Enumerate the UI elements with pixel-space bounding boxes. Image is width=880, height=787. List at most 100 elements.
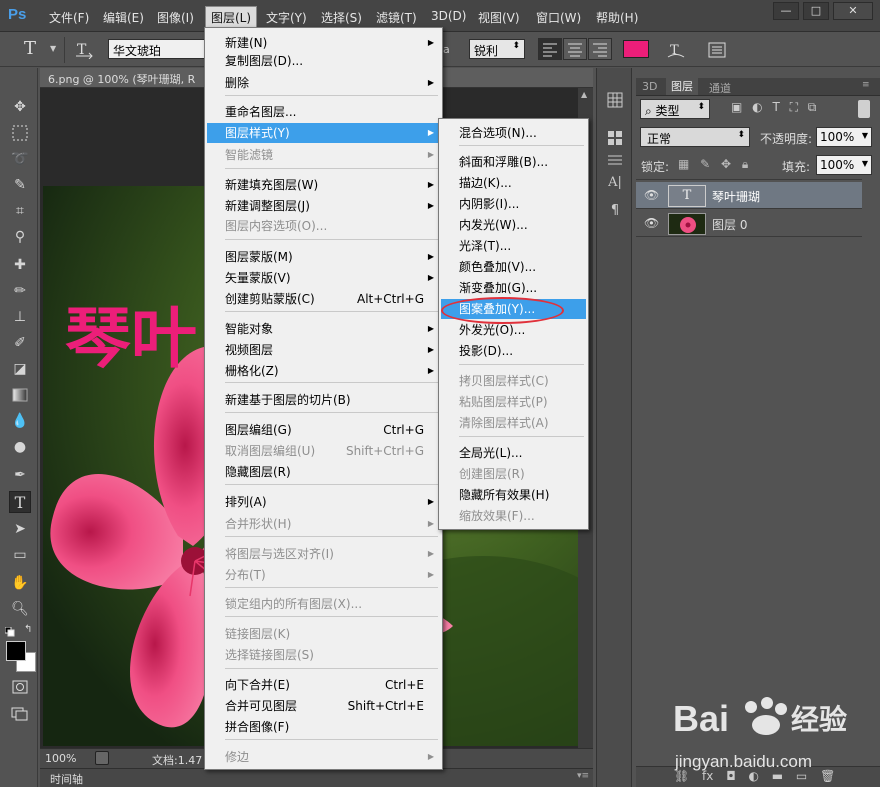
layer-menu-item[interactable]: 向下合并(E) Ctrl+E: [207, 675, 440, 695]
menu-select[interactable]: 选择(S): [321, 9, 362, 26]
panel-menu-icon[interactable]: ▾≡: [577, 771, 589, 781]
blend-mode-select[interactable]: 正常 ⬍: [640, 127, 750, 147]
quick-select-tool-icon[interactable]: ✎: [9, 174, 31, 196]
text-color-swatch[interactable]: [623, 40, 649, 58]
eyedropper-tool-icon[interactable]: ⚲: [9, 226, 31, 248]
align-center-button[interactable]: [563, 38, 587, 60]
tab-3d[interactable]: 3D: [642, 80, 657, 93]
filter-kind-select[interactable]: ⌕ 类型 ⬍: [640, 99, 710, 119]
foreground-color-swatch[interactable]: [6, 641, 26, 661]
layer-menu-item[interactable]: 图层样式(Y) ▶: [207, 123, 440, 143]
screen-mode-icon[interactable]: [9, 702, 31, 724]
zoom-level[interactable]: 100%: [45, 752, 76, 765]
style-menu-item[interactable]: 内阴影(I)...: [441, 194, 586, 214]
style-menu-item[interactable]: 颜色叠加(V)...: [441, 257, 586, 277]
character-panel-icon[interactable]: A|: [604, 172, 626, 194]
quick-mask-icon[interactable]: [9, 676, 31, 698]
style-menu-item[interactable]: 描边(K)...: [441, 173, 586, 193]
menu-edit[interactable]: 编辑(E): [103, 9, 144, 26]
paragraph-panel-icon[interactable]: ¶: [604, 200, 626, 222]
panel-menu-icon[interactable]: ≡: [862, 80, 870, 90]
layer-menu-item[interactable]: 重命名图层...: [207, 102, 440, 122]
lock-icons[interactable]: ▦ ✎ ✥ 🔒︎: [678, 157, 748, 172]
warp-text-icon[interactable]: T: [665, 39, 687, 61]
layer-menu-item[interactable]: 新建调整图层(J) ▶: [207, 196, 440, 216]
history-brush-tool-icon[interactable]: ✐: [9, 332, 31, 354]
tab-layers[interactable]: 图层: [666, 77, 698, 95]
layer-menu-item[interactable]: 视频图层 ▶: [207, 340, 440, 360]
eraser-tool-icon[interactable]: ◪: [9, 358, 31, 380]
healing-brush-tool-icon[interactable]: ✚: [9, 254, 31, 276]
scroll-up-icon[interactable]: ▲: [581, 90, 587, 99]
style-menu-item[interactable]: 内发光(W)...: [441, 215, 586, 235]
menu-type[interactable]: 文字(Y): [266, 9, 307, 26]
layer-menu-item[interactable]: 排列(A) ▶: [207, 492, 440, 512]
swatches-panel-icon[interactable]: [604, 128, 626, 150]
font-family-field[interactable]: 华文琥珀: [108, 39, 205, 59]
layer-menu-item[interactable]: 新建填充图层(W) ▶: [207, 175, 440, 195]
align-left-button[interactable]: [538, 38, 562, 60]
style-menu-item[interactable]: 光泽(T)...: [441, 236, 586, 256]
menu-window[interactable]: 窗口(W): [536, 9, 581, 26]
style-menu-item[interactable]: 全局光(L)...: [441, 443, 586, 463]
menu-view[interactable]: 视图(V): [478, 9, 520, 26]
layer-menu-item[interactable]: 复制图层(D)...: [207, 51, 440, 71]
menu-image[interactable]: 图像(I): [157, 9, 194, 26]
style-menu-item[interactable]: 混合选项(N)...: [441, 123, 586, 143]
menu-file[interactable]: 文件(F): [49, 9, 89, 26]
dodge-tool-icon[interactable]: ●: [9, 436, 31, 458]
type-tool-preset[interactable]: T: [24, 38, 36, 59]
layer-row-image[interactable]: 👁︎ 图层 0: [636, 210, 862, 237]
move-tool-icon[interactable]: ✥: [9, 96, 31, 118]
marquee-tool-icon[interactable]: [9, 122, 31, 144]
style-menu-item[interactable]: 渐变叠加(G)...: [441, 278, 586, 298]
timeline-panel-tab[interactable]: 时间轴 ▾≡: [40, 768, 593, 787]
maximize-button[interactable]: □: [803, 2, 829, 20]
layer-menu-item[interactable]: 智能对象 ▶: [207, 319, 440, 339]
close-button[interactable]: ✕: [833, 2, 873, 20]
crop-tool-icon[interactable]: ⌗: [9, 200, 31, 222]
clone-stamp-tool-icon[interactable]: ⊥: [9, 306, 31, 328]
status-info-icon[interactable]: [95, 751, 109, 765]
toggle-orientation-icon[interactable]: T: [74, 39, 94, 60]
menu-3d[interactable]: 3D(D): [431, 9, 466, 23]
layer-menu-item[interactable]: 创建剪贴蒙版(C) Alt+Ctrl+G: [207, 289, 440, 309]
layer-menu-item[interactable]: 矢量蒙版(V) ▶: [207, 268, 440, 288]
layer-menu-item[interactable]: 删除 ▶: [207, 73, 440, 93]
eye-icon[interactable]: 👁︎: [644, 188, 659, 202]
layer-menu-item[interactable]: 合并可见图层 Shift+Ctrl+E: [207, 696, 440, 716]
character-panel-icon[interactable]: [706, 39, 728, 61]
layer-menu-item[interactable]: 新建基于图层的切片(B): [207, 390, 440, 410]
layer-menu-item[interactable]: 新建(N) ▶: [207, 33, 440, 53]
layer-menu-item[interactable]: 图层编组(G) Ctrl+G: [207, 420, 440, 440]
shape-tool-icon[interactable]: ▭: [9, 544, 31, 566]
align-right-button[interactable]: [588, 38, 612, 60]
preset-dropdown-icon[interactable]: ▼: [50, 44, 56, 53]
default-colors-icon[interactable]: [4, 626, 15, 637]
layer-row-text[interactable]: 👁︎ T 琴叶珊瑚: [636, 182, 862, 209]
minimize-button[interactable]: —: [773, 2, 799, 20]
antialias-select[interactable]: 锐利 ⬍: [469, 39, 525, 59]
filter-toggle-switch[interactable]: [858, 100, 870, 118]
eye-icon[interactable]: 👁︎: [644, 216, 659, 230]
hand-tool-icon[interactable]: ✋: [9, 572, 31, 594]
style-menu-item[interactable]: 隐藏所有效果(H): [441, 485, 586, 505]
style-menu-item[interactable]: 投影(D)...: [441, 341, 586, 361]
tab-channels[interactable]: 通道: [709, 80, 731, 96]
menu-filter[interactable]: 滤镜(T): [376, 9, 417, 26]
menu-help[interactable]: 帮助(H): [596, 9, 638, 26]
zoom-tool-icon[interactable]: 🔍︎: [9, 598, 31, 620]
lasso-tool-icon[interactable]: ➰: [9, 148, 31, 170]
pen-tool-icon[interactable]: ✒: [9, 464, 31, 486]
type-tool-icon[interactable]: T: [9, 491, 31, 513]
adjustments-panel-icon[interactable]: [604, 150, 626, 172]
layer-menu-item[interactable]: 栅格化(Z) ▶: [207, 361, 440, 381]
gradient-tool-icon[interactable]: [9, 384, 31, 406]
layer-menu-item[interactable]: 隐藏图层(R): [207, 462, 440, 482]
blur-tool-icon[interactable]: 💧: [9, 410, 31, 432]
layer-menu-item[interactable]: 图层蒙版(M) ▶: [207, 247, 440, 267]
style-menu-item[interactable]: 斜面和浮雕(B)...: [441, 152, 586, 172]
fill-field[interactable]: 100% ▼: [816, 155, 872, 175]
filter-icons[interactable]: ▣ ◐ T ⛶ ⧉: [731, 100, 816, 115]
opacity-field[interactable]: 100% ▼: [816, 127, 872, 147]
